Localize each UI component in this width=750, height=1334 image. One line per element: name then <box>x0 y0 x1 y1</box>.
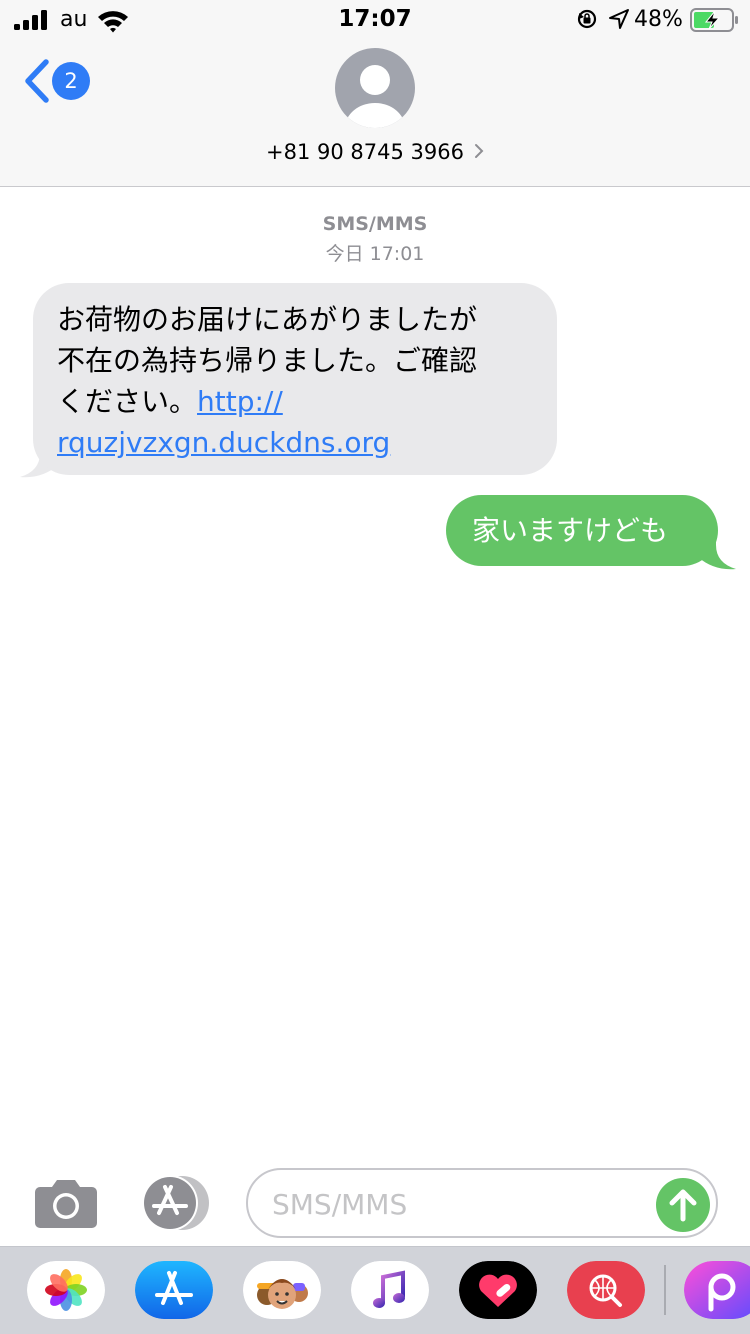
music-app-icon[interactable] <box>351 1261 429 1319</box>
message-input-field[interactable] <box>246 1168 718 1238</box>
outgoing-bubble: 家いますけども <box>446 495 718 566</box>
message-link[interactable]: rquzjvzxgn.duckdns.org <box>57 426 390 459</box>
message-timestamp: 今日 17:01 <box>325 243 425 265</box>
person-silhouette-icon[interactable] <box>335 48 415 128</box>
photos-app-icon[interactable] <box>27 1261 105 1319</box>
drawer-divider <box>664 1265 666 1315</box>
app-store-icon[interactable] <box>140 1175 212 1231</box>
chevron-right-icon <box>474 144 484 158</box>
contact-number: +81 90 8745 3966 <box>266 140 464 164</box>
battery-charging-icon <box>690 8 738 32</box>
message-input[interactable] <box>272 1182 652 1226</box>
contact-name-button[interactable]: +81 90 8745 3966 <box>0 140 750 164</box>
incoming-message[interactable]: お荷物のお届けにあがりましたが 不在の為持ち帰りました。ご確認 ください。htt… <box>20 283 560 478</box>
battery-percentage: 48% <box>634 7 683 32</box>
message-text-line: ください。 <box>57 385 198 418</box>
camera-icon[interactable] <box>34 1177 98 1229</box>
imessage-app-drawer <box>0 1246 750 1334</box>
unread-count-badge[interactable]: 2 <box>52 62 90 100</box>
picsart-app-icon[interactable] <box>684 1261 750 1319</box>
conversation-header: 2 +81 90 8745 3966 <box>0 40 750 187</box>
message-link[interactable]: http:// <box>197 385 283 418</box>
location-arrow-icon <box>609 9 629 29</box>
message-text-line: 不在の為持ち帰りました。ご確認 <box>57 344 478 377</box>
memoji-app-icon[interactable] <box>243 1261 321 1319</box>
heart-app-icon[interactable] <box>459 1261 537 1319</box>
service-label: SMS/MMS <box>322 213 428 235</box>
app-store-app-icon[interactable] <box>135 1261 213 1319</box>
messages-screen: au 17:07 48% 2 +81 90 8745 3966 SMS/MMS … <box>0 0 750 1334</box>
message-text-line: お荷物のお届けにあがりましたが <box>57 303 478 336</box>
incoming-bubble: お荷物のお届けにあがりましたが 不在の為持ち帰りました。ご確認 ください。htt… <box>33 283 557 475</box>
status-bar: au 17:07 48% <box>0 0 750 40</box>
outgoing-message[interactable]: 家いますけども <box>446 495 736 570</box>
orientation-lock-icon <box>577 9 597 29</box>
send-arrow-icon[interactable] <box>656 1178 710 1232</box>
back-chevron-icon[interactable] <box>22 58 52 104</box>
web-search-app-icon[interactable] <box>567 1261 645 1319</box>
